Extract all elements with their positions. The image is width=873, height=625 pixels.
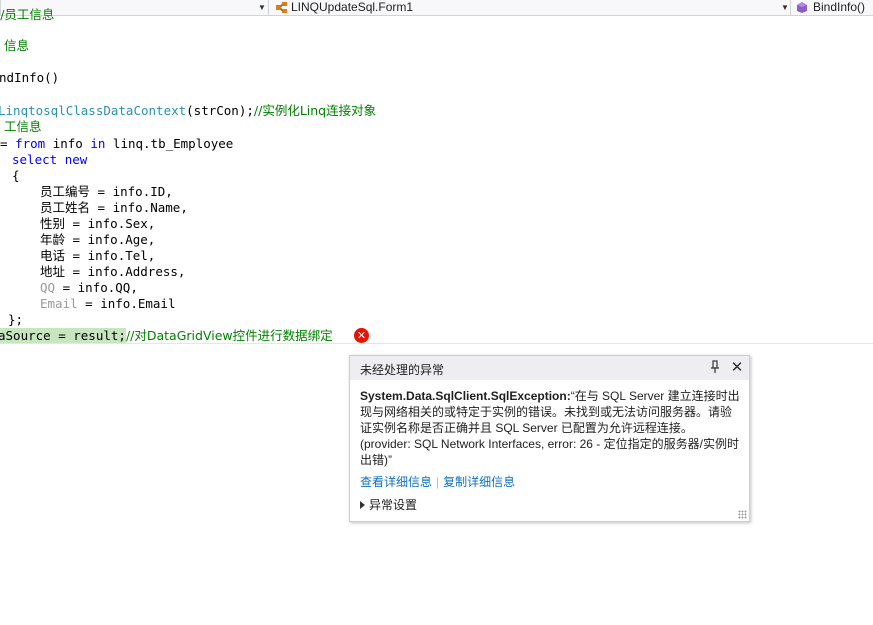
view-details-link[interactable]: 查看详细信息 [360,475,432,489]
comment-text: 信息 [4,38,30,53]
code-line-error: aSource = result;//对DataGridView控件进行数据绑定 [0,328,333,344]
code-line: select new [12,152,87,168]
resize-grip-icon[interactable] [738,510,747,519]
expand-triangle-icon [360,501,365,509]
comment-text: //对DataGridView控件进行数据绑定 [125,328,333,343]
copy-details-link[interactable]: 复制详细信息 [443,475,515,489]
comment-text: 工信息 [4,119,42,134]
chevron-down-icon[interactable]: ▼ [781,0,789,15]
code-text: = info.Sex, [65,216,156,231]
field-name: 地址 [40,264,66,279]
method-name: ndInfo [0,70,45,85]
exception-helper-popup: 未经处理的异常 ✕ System.Data.SqlClient.SqlExcep… [349,355,750,522]
code-line: 员工姓名 = info.Name, [40,200,188,216]
class-dropdown-value: LINQUpdateSql.Form1 [291,0,414,14]
class-icon [276,2,287,13]
code-text: = info.Email [77,296,176,311]
field-name: 年龄 [40,232,66,247]
code-text: = info.QQ, [55,280,138,295]
code-editor[interactable]: //员工信息 信息 ndInfo() LinqtosqlClassDataCon… [0,7,873,625]
member-dropdown-value: BindInfo() [813,0,866,14]
code-text: }; [8,312,24,327]
code-line: LinqtosqlClassDataContext(strCon);//实例化L… [0,103,376,119]
code-line: 工信息 [4,119,42,135]
code-line: }; [8,312,23,328]
pin-icon[interactable] [709,360,721,375]
field-name: 电话 [40,248,66,263]
keyword: in [90,136,106,151]
code-text: () [44,70,60,85]
comment-text: //员工信息 [0,7,55,22]
code-text: info [45,136,91,151]
code-text: = info.Age, [65,232,156,247]
code-text: = [0,136,16,151]
highlighted-statement: aSource = result; [0,328,126,343]
code-line: 性别 = info.Sex, [40,216,155,232]
link-separator: | [436,475,440,489]
field-name: 员工姓名 [40,200,91,215]
keyword: new [64,152,88,167]
code-line: 电话 = info.Tel, [40,248,155,264]
field-name: Email [40,296,78,311]
type-name: LinqtosqlClassDataContext [0,103,187,118]
code-line: Email = info.Email [40,296,175,312]
navigation-bar: ▼ LINQUpdateSql.Form1 ▼ BindInfo() [0,0,873,16]
field-name: 性别 [40,216,66,231]
code-line: //员工信息 [0,7,54,23]
class-dropdown[interactable]: LINQUpdateSql.Form1 ▼ [268,0,790,15]
code-line: 信息 [4,38,29,54]
exception-settings-expander[interactable]: 异常设置 [360,496,417,513]
keyword: from [15,136,46,151]
exception-settings-label: 异常设置 [369,498,418,512]
close-icon[interactable]: ✕ [729,359,745,376]
popup-links: 查看详细信息 | 复制详细信息 [360,473,515,490]
error-icon[interactable]: ✕ [354,328,369,343]
code-line: QQ = info.QQ, [40,280,138,296]
exception-type: System.Data.SqlClient.SqlException: [360,389,571,403]
code-line: 年龄 = info.Age, [40,232,155,248]
field-name: QQ [40,280,56,295]
popup-header: 未经处理的异常 ✕ [350,356,749,380]
code-text: = info.ID, [90,184,173,199]
chevron-down-icon[interactable]: ▼ [258,0,266,15]
exception-message: System.Data.SqlClient.SqlException:“在与 S… [360,388,740,468]
popup-title: 未经处理的异常 [360,363,445,377]
code-line: ndInfo() [0,70,59,86]
code-line: 员工编号 = info.ID, [40,184,173,200]
code-text: = info.Name, [90,200,188,215]
member-dropdown[interactable]: BindInfo() [790,0,873,15]
field-name: 员工编号 [40,184,91,199]
code-line: 地址 = info.Address, [40,264,185,280]
keyword: select [12,152,58,167]
code-text: = info.Address, [65,264,186,279]
code-text: { [12,168,20,183]
code-text: = info.Tel, [65,248,156,263]
code-line: = from info in linq.tb_Employee [0,136,233,152]
code-text: (strCon); [186,103,254,118]
comment-text: //实例化Linq连接对象 [253,103,377,118]
code-line: { [12,168,20,184]
method-icon [797,2,807,13]
code-text: linq.tb_Employee [105,136,234,151]
